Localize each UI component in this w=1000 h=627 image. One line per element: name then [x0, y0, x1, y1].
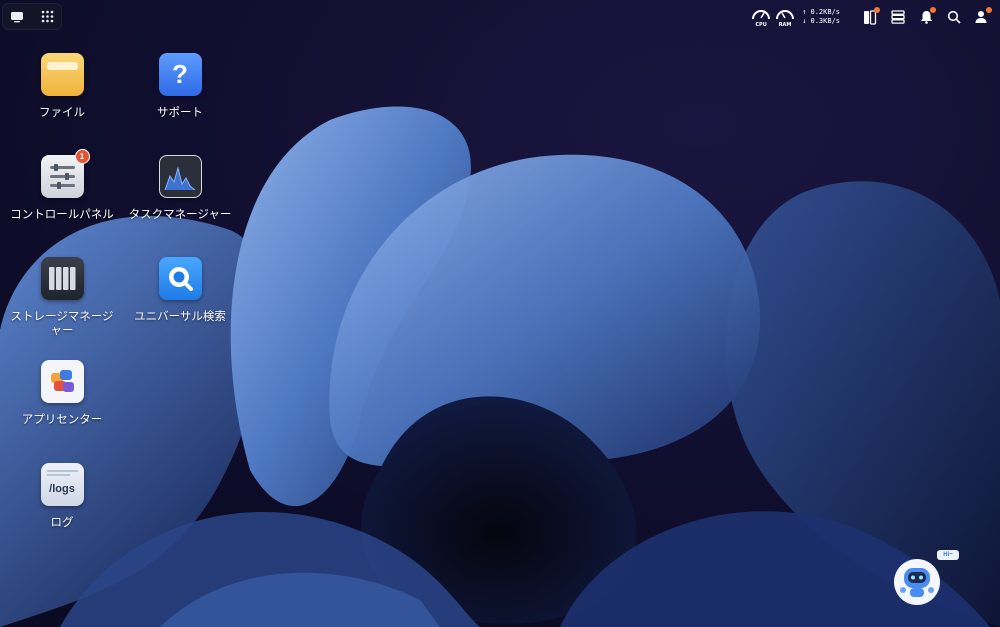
download-rate: ↓ 0.3KB/s [802, 17, 840, 25]
desktop-icon-control-panel[interactable]: 1 コントロールパネル [6, 150, 118, 221]
desktop-icon-task-manager[interactable]: タスクマネージャー [124, 155, 236, 221]
monitor-icon[interactable] [9, 9, 25, 25]
user-icon[interactable] [972, 7, 992, 27]
search-icon[interactable] [944, 7, 964, 27]
files-label: ファイル [39, 105, 85, 119]
system-tray: CPU RAM ↑ 0.2KB/s ↓ 0.3KB/s [750, 6, 992, 28]
launcher-bar [2, 3, 62, 30]
control-panel-badge: 1 [75, 150, 89, 163]
desktop-icon-files[interactable]: ファイル [6, 53, 118, 119]
logs-file-icon: /logs [40, 463, 84, 506]
control-panel-label: コントロールパネル [10, 207, 114, 221]
desktop-icon-storage-manager[interactable]: ストレージマネージャー [6, 257, 118, 337]
cpu-label: CPU [755, 22, 767, 28]
grid-dots-icon[interactable] [39, 9, 55, 25]
tasks-icon[interactable] [860, 7, 880, 27]
ram-gauge[interactable]: RAM [774, 6, 796, 28]
activity-graph-icon [158, 155, 202, 198]
logs-label: ログ [50, 515, 74, 529]
support-glyph: ? [172, 59, 188, 89]
nas-drives-icon [40, 257, 84, 300]
app-center-label: アプリセンター [21, 412, 103, 426]
desktop-icon-app-center[interactable]: アプリセンター [6, 360, 118, 426]
storage-manager-label: ストレージマネージャー [10, 309, 114, 337]
magnifier-icon [158, 257, 202, 300]
ram-label: RAM [778, 22, 792, 28]
robot-icon [894, 559, 940, 605]
storage-list-icon[interactable] [888, 7, 908, 27]
bell-notify-dot [930, 7, 936, 13]
question-icon: ? [158, 53, 202, 96]
cpu-gauge[interactable]: CPU [750, 6, 772, 28]
task-manager-label: タスクマネージャー [128, 207, 232, 221]
sliders-icon: 1 [40, 150, 89, 198]
desktop-icon-logs[interactable]: /logs ログ [6, 463, 118, 529]
upload-rate: ↑ 0.2KB/s [802, 8, 840, 16]
logs-tile-text: /logs [49, 483, 75, 495]
support-label: サポート [157, 105, 203, 119]
universal-search-label: ユニバーサル検索 [134, 309, 226, 323]
user-notify-dot [986, 7, 992, 13]
tasks-notify-dot [874, 7, 880, 13]
desktop-icon-support[interactable]: ? サポート [124, 53, 236, 119]
assistant-bot[interactable]: Hi~ [893, 550, 961, 610]
network-rates[interactable]: ↑ 0.2KB/s ↓ 0.3KB/s [802, 8, 840, 26]
desktop-icon-universal-search[interactable]: ユニバーサル検索 [124, 257, 236, 323]
bell-icon[interactable] [916, 7, 936, 27]
folder-icon [40, 53, 84, 96]
app-center-icon [40, 360, 84, 403]
